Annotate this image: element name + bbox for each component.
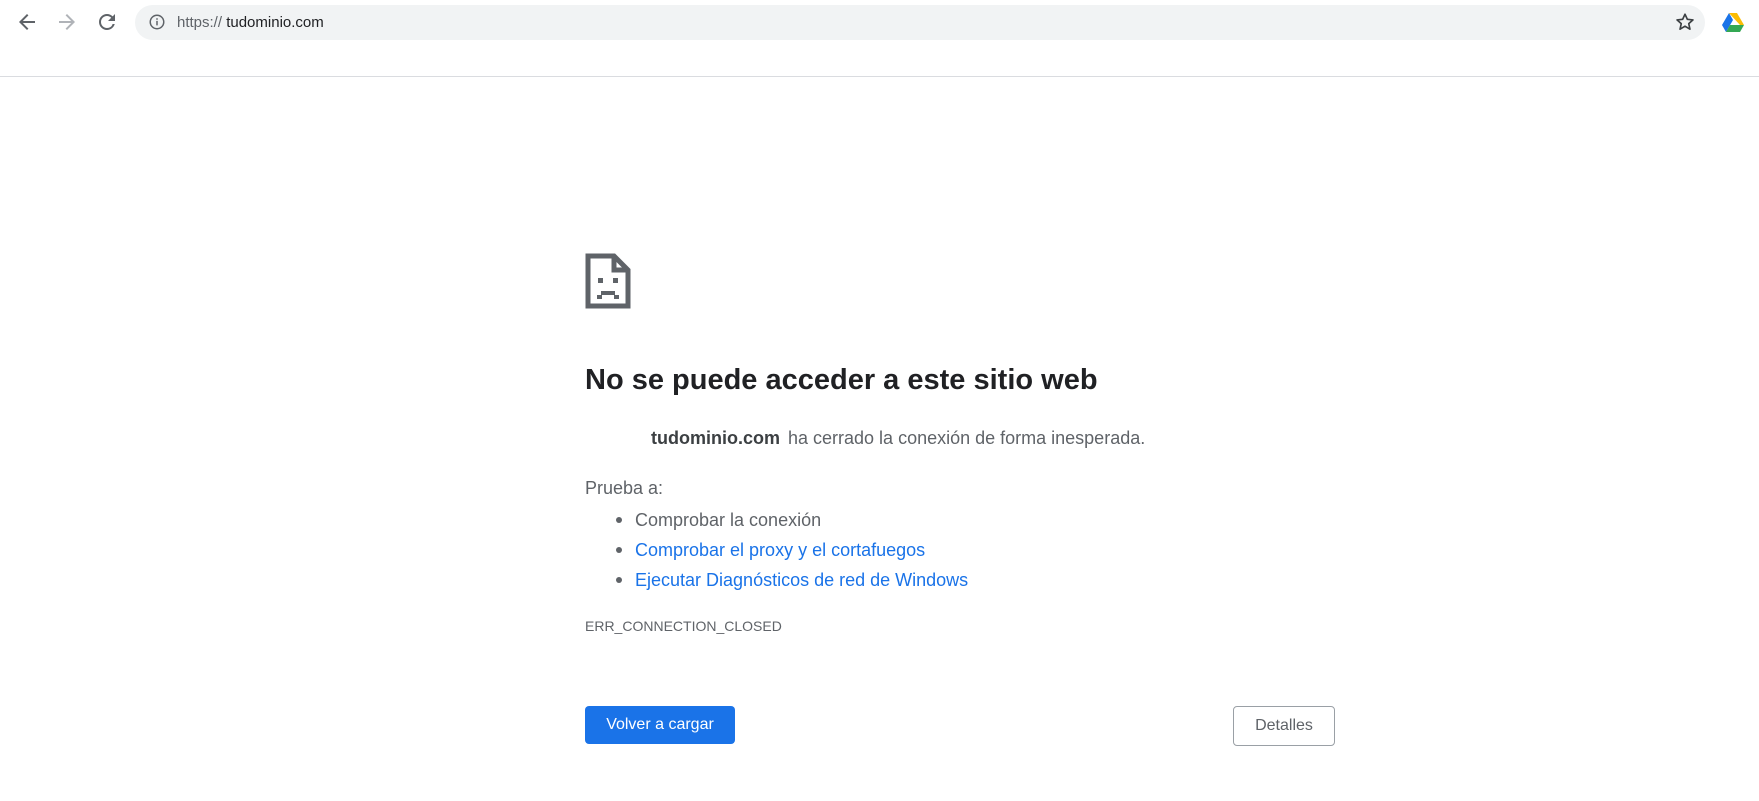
error-code: ERR_CONNECTION_CLOSED xyxy=(585,618,782,634)
url-text[interactable]: https:// tudominio.com xyxy=(177,5,324,40)
run-diagnostics-link[interactable]: Ejecutar Diagnósticos de red de Windows xyxy=(635,570,968,590)
suggestions-list: Comprobar la conexión Comprobar el proxy… xyxy=(585,505,968,595)
star-icon xyxy=(1676,13,1694,30)
reload-button[interactable] xyxy=(91,6,123,38)
suggestions-label: Prueba a: xyxy=(585,478,664,498)
forward-button[interactable] xyxy=(51,6,83,38)
browser-toolbar: https:// tudominio.com xyxy=(0,0,1759,77)
back-button[interactable] xyxy=(11,6,43,38)
refresh-icon xyxy=(99,13,115,30)
arrow-right-icon xyxy=(59,14,75,30)
suggestion-text: Comprobar la conexión xyxy=(635,510,822,530)
google-drive-icon[interactable] xyxy=(1721,10,1745,34)
suggestion-check-proxy: Comprobar el proxy y el cortafuegos xyxy=(615,535,968,565)
info-icon[interactable] xyxy=(148,13,166,31)
suggestion-run-diagnostics: Ejecutar Diagnósticos de red de Windows xyxy=(615,565,968,595)
url-host: tudominio.com xyxy=(226,14,324,31)
suggestion-check-connection: Comprobar la conexión xyxy=(615,505,968,535)
sad-document-icon xyxy=(585,253,631,309)
url-scheme: https:// xyxy=(177,14,223,31)
error-summary-text: ha cerrado la conexión de forma inespera… xyxy=(788,428,1146,448)
error-summary: tudominio.com ha cerrado la conexión de f… xyxy=(651,428,1145,449)
address-bar[interactable]: https:// tudominio.com xyxy=(135,5,1705,40)
reload-page-button[interactable]: Volver a cargar xyxy=(585,706,735,744)
details-button[interactable]: Detalles xyxy=(1233,706,1335,746)
check-proxy-link[interactable]: Comprobar el proxy y el cortafuegos xyxy=(635,540,925,560)
error-host: tudominio.com xyxy=(651,428,780,448)
arrow-left-icon xyxy=(19,14,35,30)
bookmark-button[interactable] xyxy=(1673,10,1697,34)
page-title: No se puede acceder a este sitio web xyxy=(585,364,1098,396)
